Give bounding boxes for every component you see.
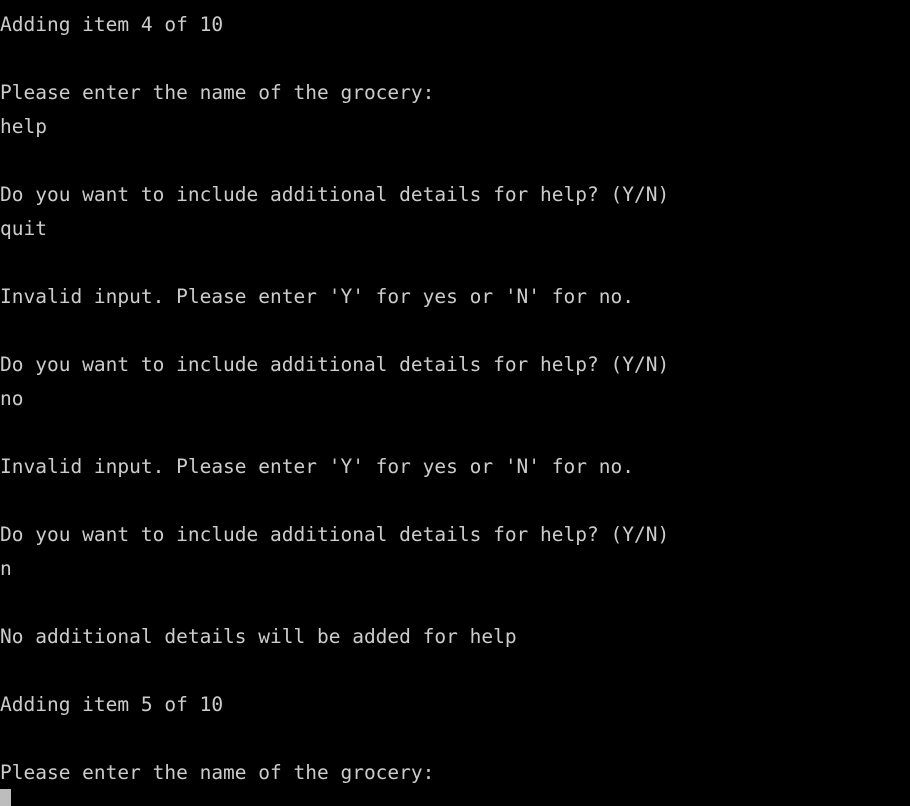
terminal-line: No additional details will be added for …	[0, 625, 517, 648]
terminal-line: quit	[0, 217, 47, 240]
terminal-line: Please enter the name of the grocery:	[0, 761, 435, 784]
terminal-line: Invalid input. Please enter 'Y' for yes …	[0, 285, 634, 308]
terminal-line: Please enter the name of the grocery:	[0, 81, 435, 104]
terminal-window[interactable]: Adding item 4 of 10 Please enter the name…	[0, 0, 910, 806]
terminal-line: help	[0, 115, 47, 138]
terminal-line: Adding item 5 of 10	[0, 693, 224, 716]
terminal-line: Do you want to include additional detail…	[0, 353, 670, 376]
terminal-output: Adding item 4 of 10 Please enter the name…	[0, 8, 910, 790]
terminal-line: Adding item 4 of 10	[0, 13, 224, 36]
terminal-line: n	[0, 557, 12, 580]
terminal-line: Do you want to include additional detail…	[0, 523, 670, 546]
terminal-line: Invalid input. Please enter 'Y' for yes …	[0, 455, 634, 478]
terminal-line: Do you want to include additional detail…	[0, 183, 670, 206]
terminal-line: no	[0, 387, 24, 410]
text-cursor	[0, 789, 11, 806]
